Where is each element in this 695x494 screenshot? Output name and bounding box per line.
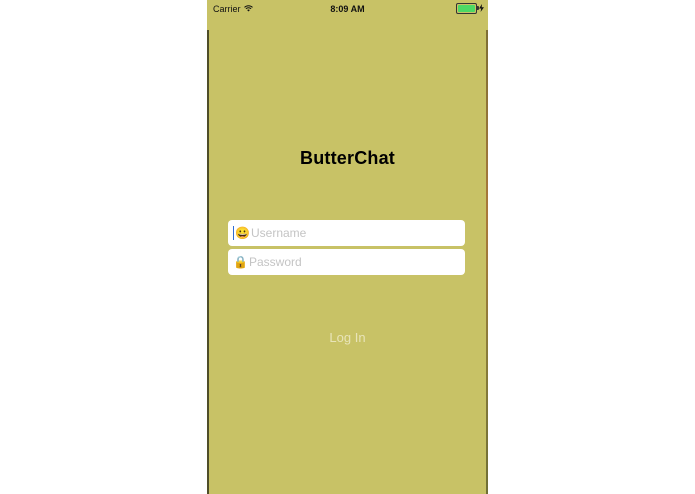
username-field[interactable]: 😀 — [228, 220, 465, 246]
window-edge-left — [207, 30, 209, 494]
battery-icon — [456, 3, 479, 14]
window-edge-right — [486, 30, 488, 494]
password-field[interactable]: 🔒 — [228, 249, 465, 275]
phone-screen: Carrier 8:09 AM ButterChat 😀 Username 🔒 … — [207, 0, 488, 494]
username-input[interactable] — [251, 226, 451, 240]
charging-bolt-icon — [479, 3, 484, 14]
smiley-face-icon: 😀 — [235, 226, 250, 240]
status-time: 8:09 AM — [330, 4, 365, 14]
login-button[interactable]: Log In — [207, 330, 488, 345]
status-right — [456, 3, 484, 14]
password-input[interactable] — [249, 255, 449, 269]
lock-icon: 🔒 — [233, 255, 248, 269]
text-cursor — [233, 226, 234, 240]
app-title: ButterChat — [300, 148, 395, 168]
status-bar: Carrier 8:09 AM — [207, 0, 488, 18]
screen: Carrier 8:09 AM ButterChat 😀 Username 🔒 … — [0, 0, 695, 494]
battery-level — [458, 5, 475, 12]
